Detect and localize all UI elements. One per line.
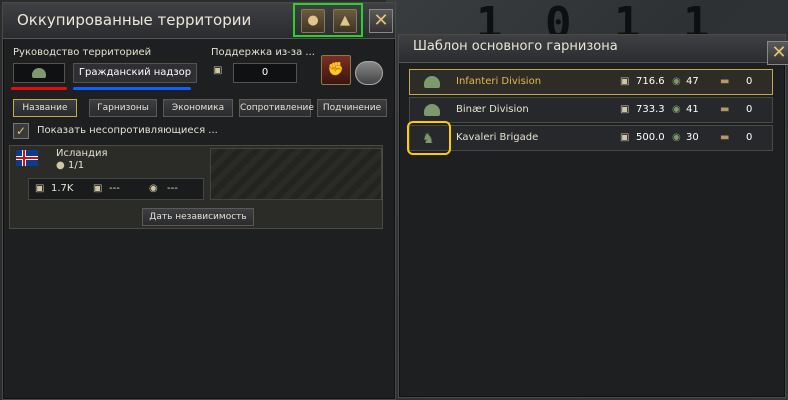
- template-equipment: 30: [686, 132, 699, 143]
- territory-count: 1/1: [68, 160, 85, 171]
- template-manpower: 733.3: [636, 104, 665, 115]
- show-nonresisting-checkbox[interactable]: ✓: [13, 123, 29, 139]
- tab-name[interactable]: Название: [13, 99, 77, 117]
- manpower-icon: ▣: [620, 76, 630, 87]
- highlight-green-box: [293, 3, 363, 37]
- template-row[interactable]: Infanteri Division ▣ 716.6 ◉ 47 ▬ 0: [409, 69, 773, 95]
- equipment-icon: ◉: [672, 76, 681, 87]
- tank-icon: ▬: [720, 132, 730, 143]
- tab-resistance[interactable]: Сопротивление: [239, 99, 314, 117]
- tab-economy[interactable]: Экономика: [163, 99, 233, 117]
- underline-blue: [73, 87, 191, 90]
- tank-icon: ▬: [720, 76, 730, 87]
- helmet-icon: [32, 68, 46, 78]
- equipment-icon: ◉: [672, 132, 681, 143]
- territory-stat2: ---: [109, 183, 120, 194]
- leadership-dropdown[interactable]: Гражданский надзор: [73, 63, 197, 83]
- territory-stat3: ---: [167, 183, 178, 194]
- tab-subjugation[interactable]: Подчинение: [317, 99, 387, 117]
- give-independence-button[interactable]: Дать независимость: [142, 208, 254, 226]
- helmet-icon: [424, 76, 440, 88]
- template-name: Kavaleri Brigade: [456, 132, 539, 143]
- right-title-bar: Шаблон основного гарнизона: [399, 35, 785, 63]
- territory-name: Исландия: [56, 148, 108, 159]
- right-panel-title: Шаблон основного гарнизона: [413, 39, 618, 54]
- template-name: Binær Division: [456, 104, 529, 115]
- occupied-territories-panel: Оккупированные территории ● ▲ ✕ Руководс…: [2, 2, 396, 400]
- template-equipment: 47: [686, 76, 699, 87]
- checkbox-label: Показать несопротивляющиеся ...: [37, 125, 218, 136]
- factory-icon: ▣: [93, 183, 103, 194]
- territory-card[interactable]: Исландия 1/1 ● ▣ 1.7K ▣ --- ◉ --- Дать н…: [9, 145, 383, 229]
- leadership-icon-field[interactable]: [13, 63, 65, 83]
- template-tanks: 0: [746, 132, 753, 143]
- garrison-slot[interactable]: [210, 148, 382, 200]
- left-title-bar: Оккупированные территории ● ▲ ✕: [3, 3, 395, 39]
- template-row[interactable]: ♞ Kavaleri Brigade ▣ 500.0 ◉ 30 ▬ 0: [409, 125, 773, 151]
- underline-red: [11, 87, 67, 90]
- factory-icon: ▣: [213, 65, 223, 76]
- manpower-icon: ▣: [620, 132, 630, 143]
- manpower-icon: ▣: [35, 183, 45, 194]
- support-value: 0: [233, 63, 297, 83]
- horn-button[interactable]: [355, 61, 383, 85]
- template-name: Infanteri Division: [456, 76, 542, 87]
- template-equipment: 41: [686, 104, 699, 115]
- template-manpower: 500.0: [636, 132, 665, 143]
- territory-manpower: 1.7K: [51, 183, 74, 194]
- highlight-yellow-box: [407, 121, 451, 155]
- state-icon: ●: [56, 160, 65, 171]
- template-tanks: 0: [746, 76, 753, 87]
- fist-action-button[interactable]: ✊: [321, 55, 351, 85]
- iceland-flag-icon: [16, 150, 38, 166]
- resistance-icon: ◉: [149, 183, 158, 194]
- support-label: Поддержка из-за ...: [211, 47, 315, 58]
- leadership-label: Руководство территорией: [13, 47, 152, 58]
- tank-icon: ▬: [720, 104, 730, 115]
- manpower-icon: ▣: [620, 104, 630, 115]
- garrison-template-panel: Шаблон основного гарнизона ✕ Infanteri D…: [398, 34, 788, 398]
- template-manpower: 716.6: [636, 76, 665, 87]
- template-row[interactable]: Binær Division ▣ 733.3 ◉ 41 ▬ 0: [409, 97, 773, 123]
- right-close-button[interactable]: ✕: [767, 41, 788, 65]
- territory-stats-row: ▣ 1.7K ▣ --- ◉ ---: [28, 178, 204, 200]
- equipment-icon: ◉: [672, 104, 681, 115]
- tab-garrisons[interactable]: Гарнизоны: [89, 99, 157, 117]
- left-close-button[interactable]: ✕: [369, 9, 393, 33]
- left-panel-title: Оккупированные территории: [17, 11, 252, 29]
- template-tanks: 0: [746, 104, 753, 115]
- helmet-icon: [424, 104, 440, 116]
